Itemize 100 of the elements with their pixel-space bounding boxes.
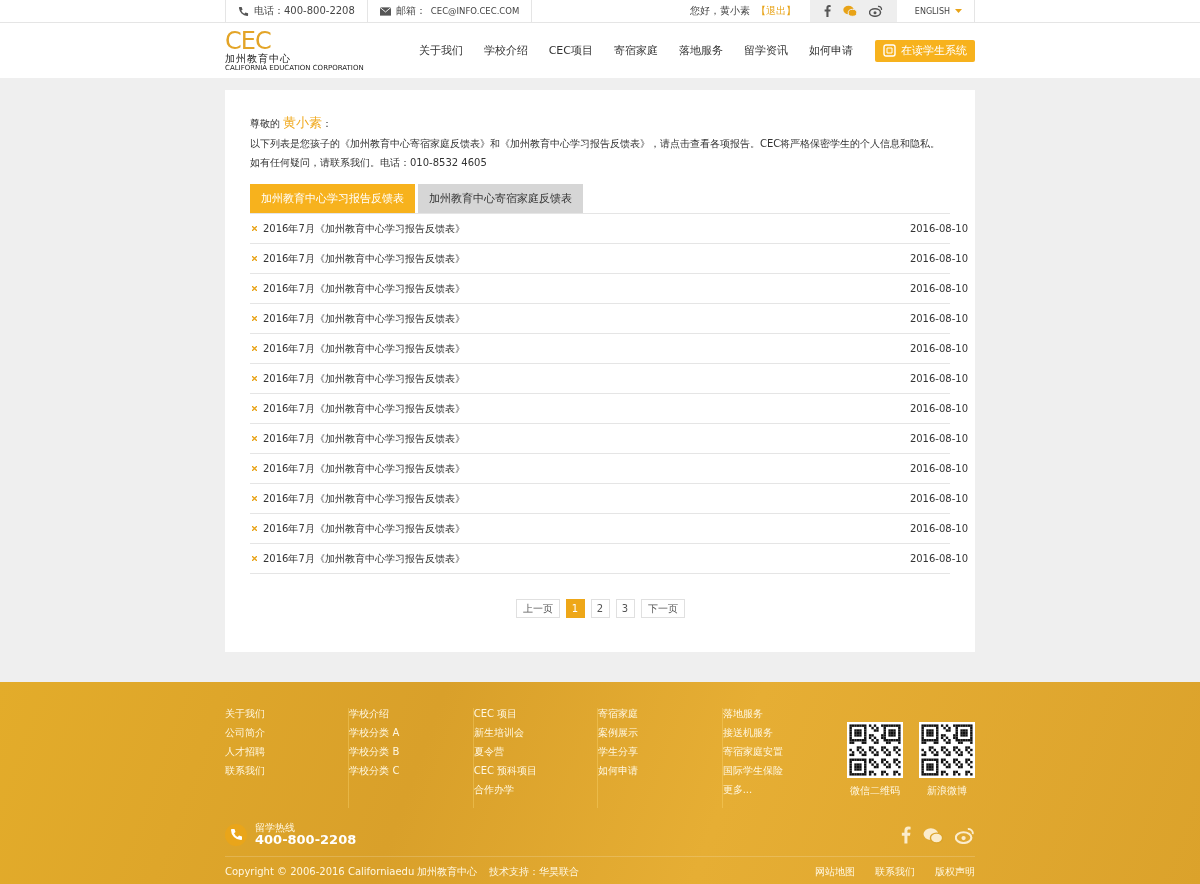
bullet-icon <box>252 316 257 321</box>
footer-link[interactable]: 学校介绍 <box>349 708 473 720</box>
report-link[interactable]: 2016年7月《加州教育中心学习报告反馈表》 <box>263 341 910 356</box>
bullet-icon <box>252 436 257 441</box>
bullet-icon <box>252 376 257 381</box>
footer-link[interactable]: 版权声明 <box>935 865 975 879</box>
qr-code <box>919 722 975 778</box>
footer-link[interactable]: 寄宿家庭 <box>598 708 722 720</box>
report-date: 2016-08-10 <box>909 313 968 324</box>
bullet-icon <box>252 256 257 261</box>
tech-support-text: 技术支持：华昊联合 <box>489 865 580 879</box>
footer-link[interactable]: 联系我们 <box>225 765 349 777</box>
nav-link[interactable]: 关于我们 <box>418 43 463 58</box>
footer-link[interactable]: 夏令营 <box>473 746 598 758</box>
footer-link[interactable]: 学校分类 C <box>349 765 473 777</box>
weibo-icon[interactable] <box>868 5 883 17</box>
footer-link[interactable]: CEC 项目 <box>473 708 598 720</box>
phone-icon <box>238 5 249 17</box>
report-date: 2016-08-10 <box>909 373 968 384</box>
page-button[interactable]: 2 <box>590 599 610 618</box>
footer-link[interactable]: 国际学生保险 <box>722 765 847 777</box>
facebook-icon[interactable] <box>823 5 831 17</box>
report-link[interactable]: 2016年7月《加州教育中心学习报告反馈表》 <box>263 491 910 506</box>
hotline-label: 留学热线 <box>255 822 296 834</box>
report-link[interactable]: 2016年7月《加州教育中心学习报告反馈表》 <box>263 551 910 566</box>
footer-link[interactable]: 如何申请 <box>598 765 722 777</box>
footer-link[interactable]: 案例展示 <box>598 727 722 739</box>
nav-link[interactable]: CEC项目 <box>548 43 593 58</box>
footer-link[interactable]: 落地服务 <box>722 708 847 720</box>
footer-link[interactable]: 寄宿家庭安置 <box>722 746 847 758</box>
qr-caption: 微信二维码 <box>850 784 900 798</box>
phone-icon <box>225 824 247 846</box>
colon-text: ： <box>322 117 332 131</box>
footer-link[interactable]: 学校分类 A <box>349 727 473 739</box>
language-dropdown[interactable]: ENGLISH <box>896 0 975 22</box>
page-button[interactable]: 3 <box>615 599 635 618</box>
report-link[interactable]: 2016年7月《加州教育中心学习报告反馈表》 <box>263 251 910 266</box>
footer-link[interactable]: 新生培训会 <box>473 727 598 739</box>
footer-link[interactable]: 合作办学 <box>473 784 598 796</box>
qr-caption: 新浪微博 <box>927 784 967 798</box>
bullet-icon <box>252 406 257 411</box>
footer-link[interactable]: 联系我们 <box>875 865 915 879</box>
nav-link[interactable]: 寄宿家庭 <box>614 43 658 58</box>
footer-link[interactable]: 学校分类 B <box>349 746 473 758</box>
email-label: 邮箱： <box>395 4 426 18</box>
student-system-button[interactable]: 在读学生系统 <box>875 39 975 62</box>
report-date: 2016-08-10 <box>909 343 968 354</box>
footer-link[interactable]: 更多... <box>722 784 847 796</box>
user-name: 黄小素 <box>283 114 322 132</box>
nav-link[interactable]: 落地服务 <box>679 43 723 58</box>
report-link[interactable]: 2016年7月《加州教育中心学习报告反馈表》 <box>263 461 910 476</box>
bullet-icon <box>252 226 257 231</box>
contact-text: 如有任何疑问，请联系我们。电话：010-8532 4605 <box>250 156 488 170</box>
mail-icon <box>379 6 391 16</box>
report-link[interactable]: 2016年7月《加州教育中心学习报告反馈表》 <box>263 431 910 446</box>
copyright-text: Copyright © 2006-2016 Californiaedu 加州教育中心 <box>225 865 478 879</box>
report-tab[interactable]: 加州教育中心学习报告反馈表 <box>250 184 415 213</box>
footer-link[interactable]: 公司简介 <box>225 727 349 739</box>
bullet-icon <box>252 556 257 561</box>
footer-link[interactable]: CEC 预科项目 <box>473 765 598 777</box>
nav-link[interactable]: 如何申请 <box>809 43 853 58</box>
report-link[interactable]: 2016年7月《加州教育中心学习报告反馈表》 <box>263 401 910 416</box>
report-link[interactable]: 2016年7月《加州教育中心学习报告反馈表》 <box>263 521 910 536</box>
wechat-icon[interactable] <box>923 826 943 844</box>
caret-icon <box>955 9 962 13</box>
footer-link[interactable]: 接送机服务 <box>722 727 847 739</box>
nav-link[interactable]: 学校介绍 <box>483 43 528 58</box>
bullet-icon <box>252 496 257 501</box>
report-date: 2016-08-10 <box>909 433 968 444</box>
wechat-icon[interactable] <box>842 5 857 17</box>
logout-link[interactable]: 【退出】 <box>755 4 796 18</box>
page-button[interactable]: 1 <box>565 599 585 618</box>
report-date: 2016-08-10 <box>909 403 968 414</box>
greeting-text: 您好，黄小素 <box>689 4 750 18</box>
report-date: 2016-08-10 <box>909 463 968 474</box>
report-date: 2016-08-10 <box>909 553 968 564</box>
footer-link[interactable]: 关于我们 <box>225 708 349 720</box>
footer-link[interactable]: 网站地图 <box>815 865 855 879</box>
report-date: 2016-08-10 <box>909 283 968 294</box>
bullet-icon <box>252 286 257 291</box>
hotline-number: 400-800-2208 <box>255 833 357 848</box>
report-link[interactable]: 2016年7月《加州教育中心学习报告反馈表》 <box>263 221 910 236</box>
report-date: 2016-08-10 <box>909 253 968 264</box>
bullet-icon <box>252 466 257 471</box>
report-date: 2016-08-10 <box>909 223 968 234</box>
window-icon <box>883 44 896 57</box>
qr-code <box>847 722 903 778</box>
footer-link[interactable]: 人才招聘 <box>225 746 349 758</box>
report-tab[interactable]: 加州教育中心寄宿家庭反馈表 <box>418 184 583 213</box>
previous-page-button[interactable]: 上一页 <box>515 599 560 618</box>
salutation-text: 尊敬的 <box>250 117 280 131</box>
report-link[interactable]: 2016年7月《加州教育中心学习报告反馈表》 <box>263 371 910 386</box>
report-link[interactable]: 2016年7月《加州教育中心学习报告反馈表》 <box>263 311 910 326</box>
bullet-icon <box>252 346 257 351</box>
report-link[interactable]: 2016年7月《加州教育中心学习报告反馈表》 <box>263 281 910 296</box>
report-date: 2016-08-10 <box>909 523 968 534</box>
email-address[interactable]: CEC@INFO.CEC.COM <box>430 6 520 16</box>
footer-link[interactable]: 学生分享 <box>598 746 722 758</box>
next-page-button[interactable]: 下一页 <box>640 599 685 618</box>
nav-link[interactable]: 留学资讯 <box>744 43 788 58</box>
